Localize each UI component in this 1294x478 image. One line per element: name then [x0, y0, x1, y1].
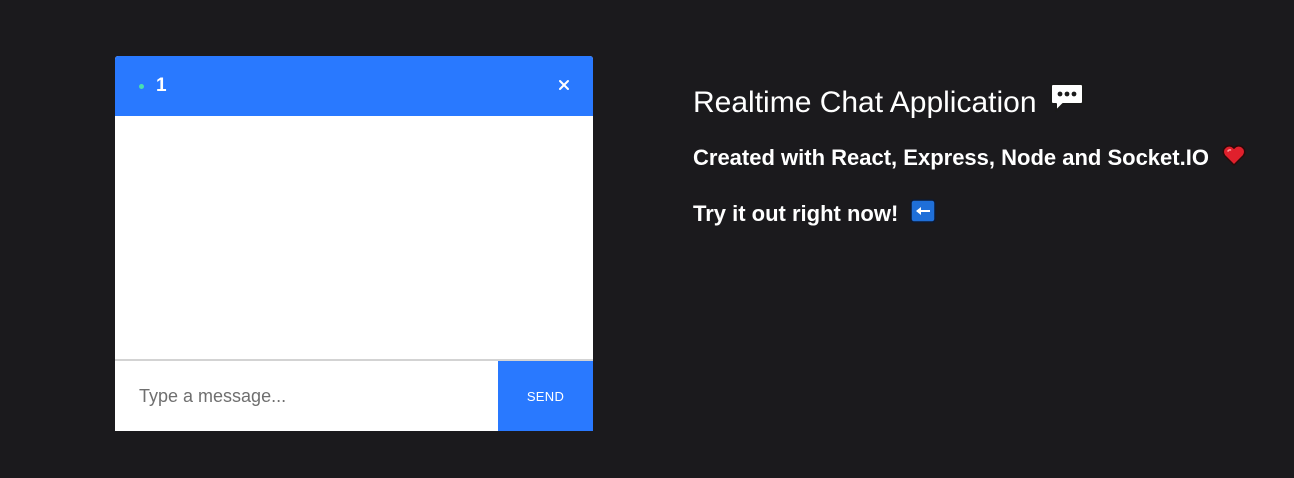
send-button[interactable]: SEND	[498, 361, 593, 431]
speech-bubble-icon	[1049, 82, 1085, 123]
chat-header: 1	[115, 56, 593, 116]
info-panel: Realtime Chat Application Created with R…	[693, 82, 1247, 229]
heart-icon	[1221, 143, 1247, 173]
chat-window: 1 SEND	[115, 56, 593, 431]
left-arrow-icon	[910, 199, 937, 229]
app-title-text: Realtime Chat Application	[693, 85, 1037, 119]
try-it-text: Try it out right now!	[693, 201, 899, 226]
tech-stack-text: Created with React, Express, Node and So…	[693, 145, 1209, 170]
room-name: 1	[156, 75, 167, 96]
message-input-bar: SEND	[115, 359, 593, 431]
app-title: Realtime Chat Application	[693, 82, 1247, 123]
messages-area[interactable]	[115, 116, 593, 359]
tech-stack-line: Created with React, Express, Node and So…	[693, 143, 1247, 173]
try-it-line: Try it out right now!	[693, 199, 1247, 229]
message-input[interactable]	[115, 361, 498, 431]
online-dot-icon	[139, 84, 144, 89]
close-icon[interactable]	[553, 74, 575, 96]
